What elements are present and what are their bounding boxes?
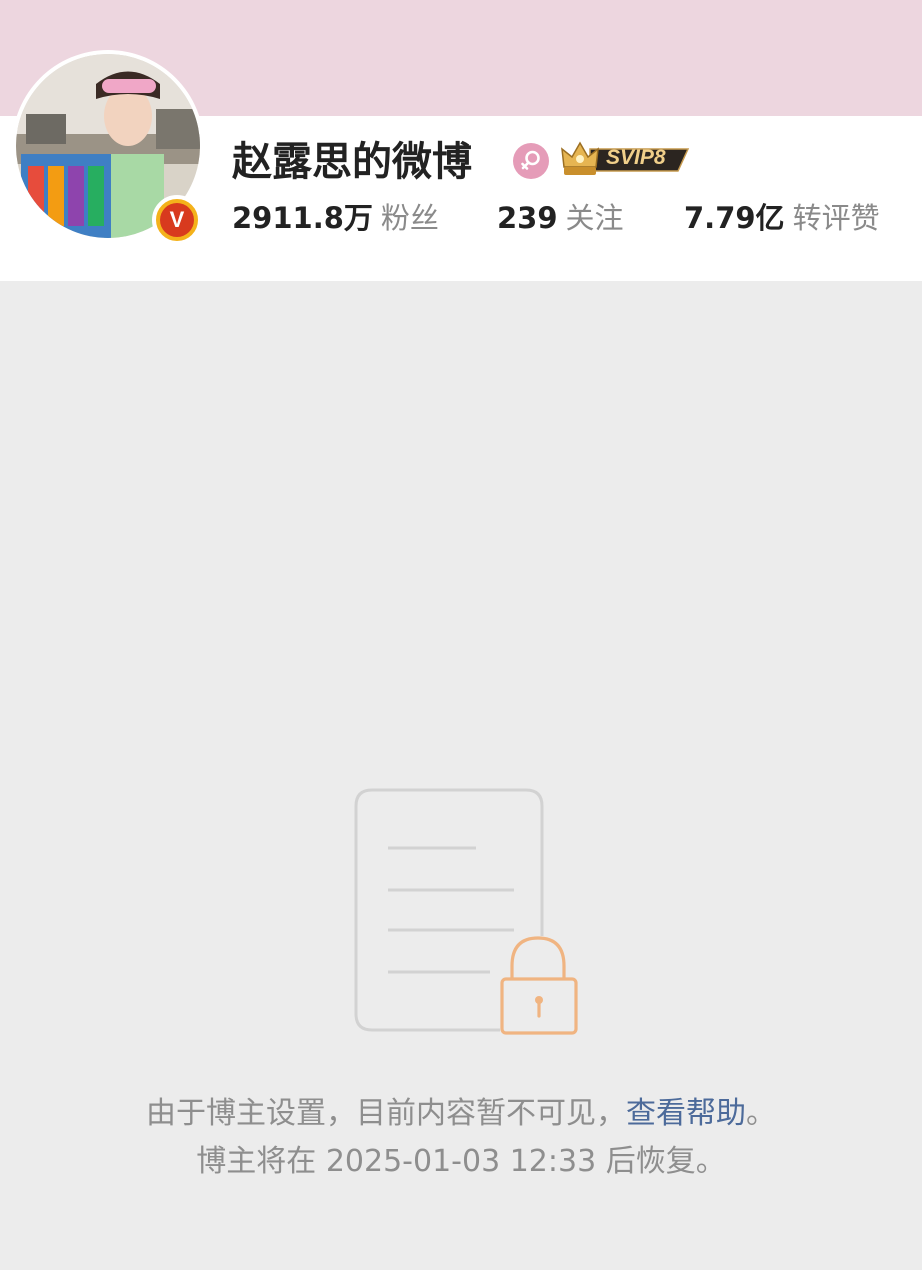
privacy-notice: 由于博主设置，目前内容暂不可见，查看帮助。 博主将在 2025-01-03 12… bbox=[0, 1090, 922, 1186]
following-stat[interactable]: 239 关注 bbox=[497, 196, 624, 240]
lock-icon bbox=[500, 936, 578, 1035]
fans-stat[interactable]: 2911.8万 粉丝 bbox=[232, 196, 439, 240]
svip-badge[interactable]: SVIP8 bbox=[560, 137, 694, 179]
notice-text: 由于博主设置，目前内容暂不可见， bbox=[146, 1096, 626, 1131]
profile-stats: 2911.8万 粉丝 239 关注 7.79亿 转评赞 bbox=[232, 196, 902, 240]
following-count: 239 bbox=[497, 201, 558, 235]
likes-label: 转评赞 bbox=[792, 201, 880, 235]
fans-label: 粉丝 bbox=[380, 201, 439, 235]
fans-count: 2911.8万 bbox=[232, 201, 373, 235]
female-icon bbox=[513, 143, 549, 179]
verified-v-icon: V bbox=[152, 195, 202, 245]
verified-letter: V bbox=[160, 203, 194, 237]
notice-period: 。 bbox=[746, 1096, 776, 1131]
likes-stat[interactable]: 7.79亿 转评赞 bbox=[684, 196, 880, 240]
likes-count: 7.79亿 bbox=[684, 201, 785, 235]
profile-username: 赵露思的微博 bbox=[232, 139, 472, 185]
locked-content-illustration bbox=[354, 788, 578, 1035]
svip-label: SVIP8 bbox=[606, 146, 666, 169]
notice-line-1: 由于博主设置，目前内容暂不可见，查看帮助。 bbox=[0, 1090, 922, 1138]
following-label: 关注 bbox=[565, 201, 624, 235]
help-link[interactable]: 查看帮助 bbox=[626, 1096, 746, 1131]
notice-line-2: 博主将在 2025-01-03 12:33 后恢复。 bbox=[196, 1144, 726, 1179]
